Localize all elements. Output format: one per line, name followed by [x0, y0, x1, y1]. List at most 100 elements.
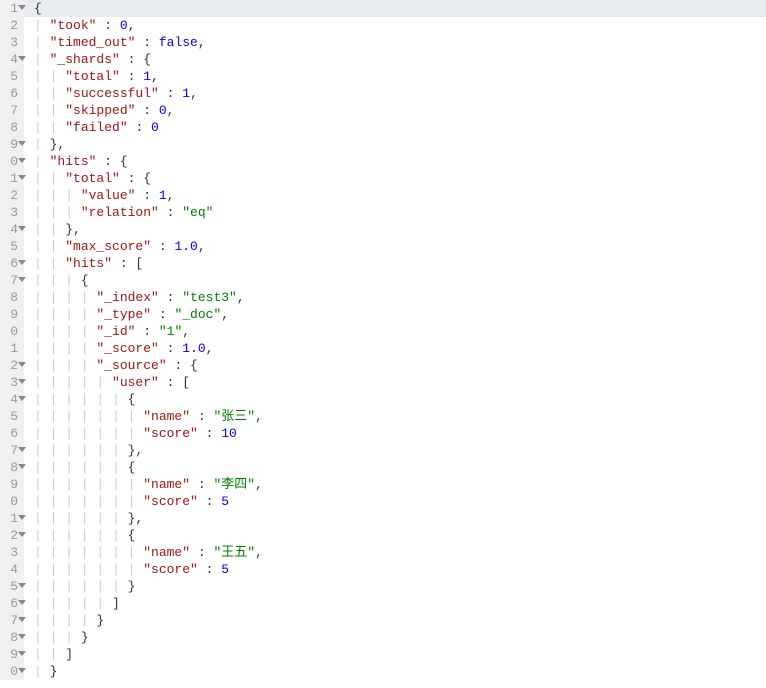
line-number: 5: [0, 238, 20, 255]
line-number: 5: [0, 408, 20, 425]
token-key: "total": [65, 69, 120, 84]
code-line[interactable]: | | | | | | }: [34, 578, 766, 595]
code-line[interactable]: | | | | | | {: [34, 527, 766, 544]
token-pun: ,: [198, 239, 206, 254]
indent-guide: | | | | | |: [34, 511, 128, 526]
token-key: "score": [143, 494, 198, 509]
code-line[interactable]: | | | | "_index" : "test3",: [34, 289, 766, 306]
token-key: "_shards": [50, 52, 120, 67]
code-line[interactable]: | | | | | | },: [34, 510, 766, 527]
code-line[interactable]: | | | | "_type" : "_doc",: [34, 306, 766, 323]
line-number[interactable]: 6: [0, 595, 20, 612]
indent-guide: | |: [34, 239, 65, 254]
code-line[interactable]: | | | | | ]: [34, 595, 766, 612]
code-line[interactable]: | | | {: [34, 272, 766, 289]
code-line[interactable]: | | ]: [34, 646, 766, 663]
code-line[interactable]: | | "successful" : 1,: [34, 85, 766, 102]
code-line[interactable]: | | "hits" : [: [34, 255, 766, 272]
line-number[interactable]: 8: [0, 459, 20, 476]
indent-guide: | |: [34, 69, 65, 84]
line-number: 7: [0, 102, 20, 119]
token-pun: {: [81, 273, 89, 288]
code-line[interactable]: | },: [34, 136, 766, 153]
line-number[interactable]: 2: [0, 527, 20, 544]
line-number: 8: [0, 119, 20, 136]
code-line[interactable]: | | | "relation" : "eq": [34, 204, 766, 221]
indent-guide: | |: [34, 171, 65, 186]
line-number[interactable]: 7: [0, 272, 20, 289]
indent-guide: |: [34, 137, 50, 152]
line-number[interactable]: 2: [0, 357, 20, 374]
line-number[interactable]: 9: [0, 646, 20, 663]
code-line[interactable]: | }: [34, 663, 766, 680]
line-number: 2: [0, 17, 20, 34]
token-pun: ,: [167, 188, 175, 203]
token-key: "hits": [50, 154, 97, 169]
token-str: "1": [159, 324, 182, 339]
indent-guide: | | | |: [34, 290, 96, 305]
code-line[interactable]: | | | | | | | "name" : "张三",: [34, 408, 766, 425]
code-line[interactable]: | | | | | "user" : [: [34, 374, 766, 391]
token-num: 0: [120, 18, 128, 33]
code-line[interactable]: | | | | | | },: [34, 442, 766, 459]
token-key: "_id": [96, 324, 135, 339]
line-number: 8: [0, 289, 20, 306]
code-line[interactable]: | "took" : 0,: [34, 17, 766, 34]
line-number[interactable]: 7: [0, 442, 20, 459]
token-pun: ,: [151, 69, 159, 84]
token-pun: {: [128, 392, 136, 407]
token-num: 5: [221, 494, 229, 509]
token-pun: },: [128, 443, 144, 458]
line-number[interactable]: 1: [0, 510, 20, 527]
line-number[interactable]: 3: [0, 374, 20, 391]
code-line[interactable]: | | | | "_score" : 1.0,: [34, 340, 766, 357]
line-number[interactable]: 4: [0, 391, 20, 408]
code-line[interactable]: | | | | }: [34, 612, 766, 629]
code-line[interactable]: | | | | "_source" : {: [34, 357, 766, 374]
code-line[interactable]: | "_shards" : {: [34, 51, 766, 68]
token-pun: ,: [182, 324, 190, 339]
line-number[interactable]: 6: [0, 255, 20, 272]
code-line[interactable]: | | | | | | | "name" : "王五",: [34, 544, 766, 561]
code-line[interactable]: | | "failed" : 0: [34, 119, 766, 136]
token-pun: ,: [237, 290, 245, 305]
code-line[interactable]: | | | | | | | "score" : 5: [34, 493, 766, 510]
indent-guide: | |: [34, 256, 65, 271]
line-number[interactable]: 4: [0, 51, 20, 68]
line-number[interactable]: 0: [0, 153, 20, 170]
line-number[interactable]: 5: [0, 578, 20, 595]
indent-guide: | | | |: [34, 613, 96, 628]
token-key: "successful": [65, 86, 159, 101]
line-number[interactable]: 4: [0, 221, 20, 238]
token-pun: ,: [128, 18, 136, 33]
token-pun: }: [128, 579, 136, 594]
code-line[interactable]: | | | | | | | "name" : "李四",: [34, 476, 766, 493]
line-number[interactable]: 8: [0, 629, 20, 646]
code-line[interactable]: | | | "value" : 1,: [34, 187, 766, 204]
code-line[interactable]: | | | | "_id" : "1",: [34, 323, 766, 340]
code-line[interactable]: | | | | | | {: [34, 459, 766, 476]
code-line[interactable]: | | "max_score" : 1.0,: [34, 238, 766, 255]
code-line[interactable]: | | | | | | {: [34, 391, 766, 408]
token-pun: :: [151, 307, 174, 322]
line-number[interactable]: 1: [0, 170, 20, 187]
line-number[interactable]: 7: [0, 612, 20, 629]
code-line[interactable]: | "hits" : {: [34, 153, 766, 170]
code-line[interactable]: | | "skipped" : 0,: [34, 102, 766, 119]
code-area[interactable]: {| "took" : 0,| "timed_out" : false,| "_…: [24, 0, 766, 680]
indent-guide: | | | | | | |: [34, 494, 143, 509]
indent-guide: | | |: [34, 205, 81, 220]
token-pun: :: [159, 86, 182, 101]
code-line[interactable]: | | | | | | | "score" : 10: [34, 425, 766, 442]
line-number[interactable]: 9: [0, 136, 20, 153]
line-number[interactable]: 0: [0, 663, 20, 680]
code-line[interactable]: | | | | | | | "score" : 5: [34, 561, 766, 578]
line-number[interactable]: 1: [0, 0, 20, 17]
code-line[interactable]: | "timed_out" : false,: [34, 34, 766, 51]
code-line[interactable]: | | "total" : {: [34, 170, 766, 187]
code-line[interactable]: | | | }: [34, 629, 766, 646]
code-line[interactable]: | | },: [34, 221, 766, 238]
code-line[interactable]: | | "total" : 1,: [34, 68, 766, 85]
token-pun: }: [96, 613, 104, 628]
code-line[interactable]: {: [24, 0, 766, 17]
